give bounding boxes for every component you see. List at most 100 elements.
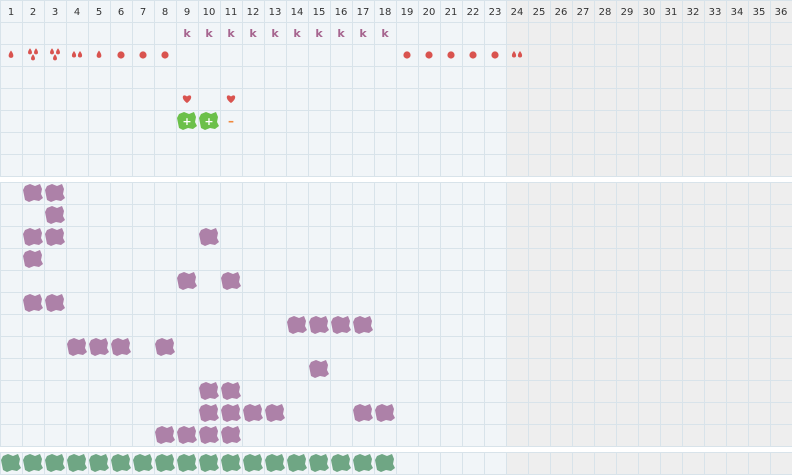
day-number-label: 30 (643, 7, 656, 18)
symptom-blob-icon (45, 228, 65, 246)
tracked-day-blob-icon (309, 454, 329, 472)
symptom-blob-icon (375, 404, 395, 422)
symptom-letter-marker: k (381, 27, 389, 40)
day-number-label: 34 (731, 7, 744, 18)
spotting-dot-icon (425, 51, 433, 59)
day-number-label: 6 (118, 7, 124, 18)
symptom-letter-marker: k (227, 27, 235, 40)
day-number-label: 11 (225, 7, 238, 18)
day-number-label: 9 (184, 7, 190, 18)
test-result-label: – (228, 114, 234, 128)
day-number-label: 5 (96, 7, 102, 18)
tracked-day-blob-icon (23, 454, 43, 472)
tracked-day-blob-icon (1, 454, 21, 472)
day-number-label: 1 (8, 7, 14, 18)
tracked-day-blob-icon (155, 454, 175, 472)
symptom-blob-icon (177, 426, 197, 444)
day-number-label: 29 (621, 7, 634, 18)
symptom-letter-marker: k (293, 27, 301, 40)
day-number-label: 35 (753, 7, 766, 18)
day-number-label: 2 (30, 7, 36, 18)
tracked-day-blob-icon (265, 454, 285, 472)
cycle-tracker-grid: 1 2 3 4 5 6 7 8 9 10 11 12 13 14 15 16 17 18 19 20 21 22 23 24 2… (0, 0, 792, 475)
symptom-blob-icon (331, 316, 351, 334)
symptom-letter-marker: k (205, 27, 213, 40)
symptom-blob-icon (23, 294, 43, 312)
symptom-blob-icon (45, 294, 65, 312)
day-number-label: 33 (709, 7, 722, 18)
day-number-label: 31 (665, 7, 678, 18)
day-number-label: 32 (687, 7, 700, 18)
tracked-day-blob-icon (243, 454, 263, 472)
spotting-dot-icon (139, 51, 147, 59)
symptom-letter-marker: k (337, 27, 345, 40)
day-number-label: 28 (599, 7, 612, 18)
symptom-blob-icon (111, 338, 131, 356)
symptom-letter-marker: k (249, 27, 257, 40)
spotting-dot-icon (403, 51, 411, 59)
symptom-blob-icon (155, 338, 175, 356)
symptom-blob-icon (221, 426, 241, 444)
day-number-label: 3 (52, 7, 58, 18)
inactive-days-area (506, 0, 792, 475)
tracked-day-blob-icon (199, 454, 219, 472)
symptom-blob-icon (45, 206, 65, 224)
symptom-blob-icon (221, 272, 241, 290)
tracked-day-blob-icon (133, 454, 153, 472)
day-number-label: 22 (467, 7, 480, 18)
tracked-day-blob-icon (177, 454, 197, 472)
day-number-label: 24 (511, 7, 524, 18)
day-number-label: 16 (335, 7, 348, 18)
symptom-blob-icon (243, 404, 263, 422)
symptom-blob-icon (309, 360, 329, 378)
symptom-blob-icon (221, 382, 241, 400)
day-number-label: 18 (379, 7, 392, 18)
symptom-blob-icon (199, 228, 219, 246)
symptom-letter-marker: k (271, 27, 279, 40)
tracked-day-blob-icon (45, 454, 65, 472)
day-number-label: 7 (140, 7, 146, 18)
symptom-blob-icon (23, 228, 43, 246)
day-number-label: 23 (489, 7, 502, 18)
symptom-blob-icon (353, 316, 373, 334)
symptom-blob-icon (23, 184, 43, 202)
day-number-label: 36 (775, 7, 788, 18)
spotting-dot-icon (161, 51, 169, 59)
tracked-day-blob-icon (67, 454, 87, 472)
symptom-letter-marker: k (359, 27, 367, 40)
symptom-blob-icon (89, 338, 109, 356)
day-number-label: 10 (203, 7, 216, 18)
tracked-day-blob-icon (353, 454, 373, 472)
symptom-blob-icon (309, 316, 329, 334)
day-number-label: 12 (247, 7, 260, 18)
tracked-day-blob-icon (375, 454, 395, 472)
test-result-label: + (204, 115, 213, 128)
day-number-label: 21 (445, 7, 458, 18)
spotting-dot-icon (447, 51, 455, 59)
day-number-label: 8 (162, 7, 168, 18)
test-result-label: + (182, 115, 191, 128)
symptom-blob-icon (45, 184, 65, 202)
tracked-day-blob-icon (89, 454, 109, 472)
day-number-label: 15 (313, 7, 326, 18)
tracked-day-blob-icon (331, 454, 351, 472)
day-number-label: 17 (357, 7, 370, 18)
day-number-label: 27 (577, 7, 590, 18)
day-number-label: 14 (291, 7, 304, 18)
symptom-blob-icon (177, 272, 197, 290)
spotting-dot-icon (469, 51, 477, 59)
tracked-day-blob-icon (221, 454, 241, 472)
symptom-blob-icon (23, 250, 43, 268)
symptom-blob-icon (155, 426, 175, 444)
day-number-label: 26 (555, 7, 568, 18)
tracked-day-blob-icon (111, 454, 131, 472)
day-number-label: 4 (74, 7, 80, 18)
symptom-blob-icon (199, 382, 219, 400)
symptom-blob-icon (265, 404, 285, 422)
tracked-day-blob-icon (287, 454, 307, 472)
symptom-letter-marker: k (183, 27, 191, 40)
symptom-blob-icon (67, 338, 87, 356)
day-number-label: 19 (401, 7, 414, 18)
spotting-dot-icon (491, 51, 499, 59)
symptom-blob-icon (199, 404, 219, 422)
